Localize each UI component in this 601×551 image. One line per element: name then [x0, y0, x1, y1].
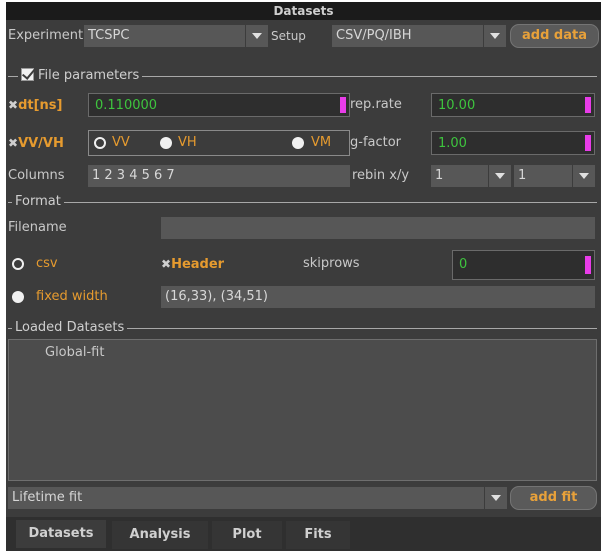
vvvh-checkbox-label[interactable]: ✖VV/VH	[8, 132, 64, 155]
columns-label: Columns	[8, 168, 65, 183]
experiment-value: TCSPC	[88, 28, 130, 43]
chevron-down-icon[interactable]	[483, 25, 506, 47]
vm-label: VM	[311, 135, 332, 150]
spin-handle-icon[interactable]	[585, 135, 591, 151]
chevron-down-icon[interactable]	[488, 165, 511, 187]
file-parameters-title: File parameters	[18, 69, 143, 83]
fit-value: Lifetime fit	[12, 490, 83, 505]
filename-input[interactable]	[161, 217, 595, 239]
loaded-datasets-title: Loaded Datasets	[12, 321, 128, 335]
header-checkbox-label[interactable]: ✖Header	[161, 253, 224, 276]
setup-label: Setup	[271, 29, 306, 43]
radio-vm[interactable]	[292, 137, 304, 149]
radio-csv[interactable]	[12, 258, 24, 270]
chevron-down-icon[interactable]	[245, 25, 268, 47]
dt-spinbox[interactable]: 0.110000	[88, 93, 350, 117]
panel-title: Datasets	[6, 2, 601, 20]
rebin-x-dropdown[interactable]: 1	[431, 165, 511, 187]
csv-label: csv	[36, 256, 58, 271]
rebin-label: rebin x/y	[352, 168, 410, 183]
gfactor-spinbox[interactable]: 1.00	[431, 131, 595, 155]
chevron-down-icon[interactable]	[484, 487, 507, 509]
columns-input[interactable]: 1 2 3 4 5 6 7	[88, 165, 350, 187]
add-data-button[interactable]: add data	[510, 24, 599, 48]
vh-label: VH	[178, 135, 197, 150]
radio-fixed-width[interactable]	[12, 291, 24, 303]
rebin-y-value: 1	[518, 168, 527, 183]
add-fit-button[interactable]: add fit	[510, 486, 597, 510]
reprate-label: rep.rate	[350, 97, 402, 112]
fit-dropdown[interactable]: Lifetime fit	[8, 487, 507, 509]
radio-vv[interactable]	[94, 137, 106, 149]
datasets-list[interactable]: Global-fit	[8, 339, 597, 481]
format-title: Format	[12, 195, 64, 209]
x-check-icon: ✖	[8, 98, 19, 112]
setup-value: CSV/PQ/IBH	[336, 28, 412, 43]
list-item[interactable]: Global-fit	[45, 342, 104, 364]
vv-label: VV	[112, 135, 130, 150]
tab-analysis[interactable]: Analysis	[112, 521, 208, 549]
reprate-spinbox[interactable]: 10.00	[431, 93, 595, 117]
spin-handle-icon[interactable]	[585, 97, 591, 113]
fixed-width-input[interactable]: (16,33), (34,51)	[161, 286, 595, 308]
dt-checkbox-label[interactable]: ✖dt[ns]	[8, 94, 62, 117]
tab-plot[interactable]: Plot	[212, 521, 282, 549]
datasets-panel: Datasets Experiment TCSPC Setup CSV/PQ/I…	[6, 2, 601, 551]
window: Datasets Experiment TCSPC Setup CSV/PQ/I…	[0, 0, 601, 551]
experiment-dropdown[interactable]: TCSPC	[84, 25, 268, 47]
format-group	[8, 202, 597, 203]
setup-dropdown[interactable]: CSV/PQ/IBH	[332, 25, 506, 47]
tab-fits[interactable]: Fits	[286, 521, 350, 549]
tab-datasets[interactable]: Datasets	[16, 520, 106, 548]
skiprows-value: 0	[459, 257, 468, 272]
radio-vh[interactable]	[160, 137, 172, 149]
skiprows-spinbox[interactable]: 0	[452, 250, 595, 280]
checkmark-icon	[21, 66, 36, 80]
file-parameters-checkbox[interactable]	[21, 66, 36, 81]
dt-value: 0.110000	[95, 98, 158, 113]
chevron-down-icon[interactable]	[572, 165, 595, 187]
gfactor-label: g-factor	[350, 135, 402, 150]
fixed-width-label: fixed width	[36, 289, 108, 304]
experiment-label: Experiment	[8, 28, 84, 43]
rebin-x-value: 1	[435, 168, 444, 183]
spin-handle-icon[interactable]	[340, 97, 346, 113]
x-check-icon: ✖	[161, 257, 172, 271]
gfactor-value: 1.00	[438, 136, 467, 151]
spin-handle-icon[interactable]	[585, 256, 591, 274]
rebin-y-dropdown[interactable]: 1	[514, 165, 595, 187]
skiprows-label: skiprows	[303, 256, 360, 271]
x-check-icon: ✖	[8, 136, 19, 150]
reprate-value: 10.00	[438, 98, 476, 113]
filename-label: Filename	[8, 220, 67, 235]
